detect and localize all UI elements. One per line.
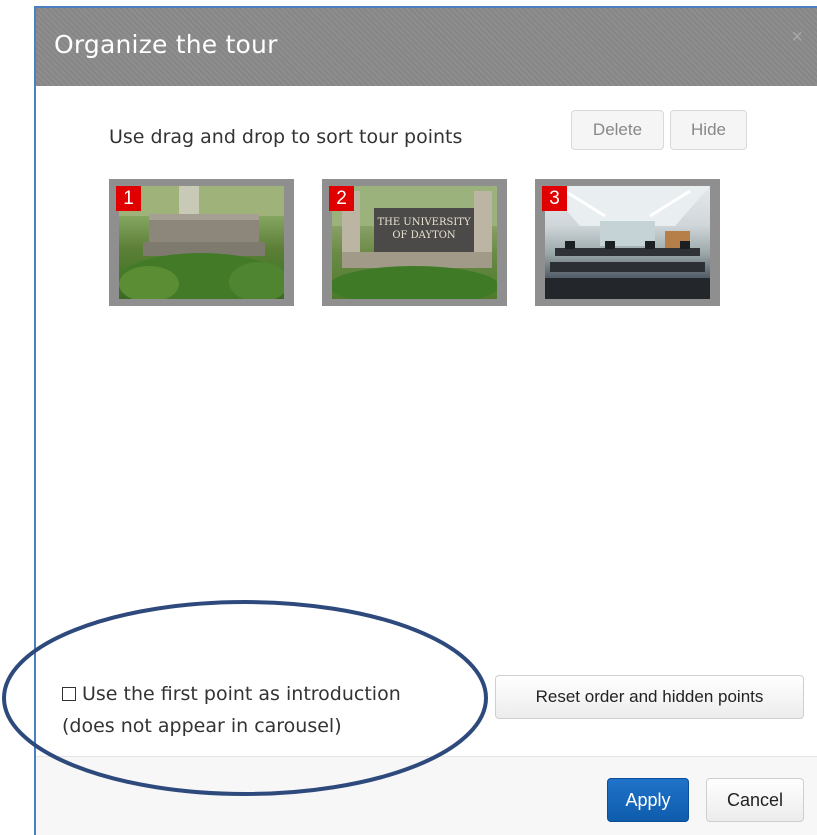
close-icon[interactable]: × [791, 26, 803, 49]
instruction-text: Use drag and drop to sort tour points [109, 126, 463, 148]
intro-option: Use the first point as introduction (doe… [62, 678, 482, 742]
sign-text-line1: THE UNIVERSITY [377, 217, 471, 228]
dialog-footer [36, 757, 817, 835]
dialog-title: Organize the tour [54, 30, 278, 59]
apply-button[interactable]: Apply [607, 778, 689, 822]
dialog-header: Organize the tour × [36, 8, 817, 86]
cancel-button[interactable]: Cancel [706, 778, 804, 822]
intro-checkbox[interactable] [62, 687, 76, 701]
tour-point-thumbnail[interactable]: 3 [535, 179, 720, 306]
tour-point-thumbnail[interactable]: 1 [109, 179, 294, 306]
organize-tour-dialog: Organize the tour × Use drag and drop to… [34, 6, 817, 835]
intro-checkbox-note: (does not appear in carousel) [62, 715, 342, 737]
reset-order-button[interactable]: Reset order and hidden points [495, 675, 804, 719]
sign-text-line2: OF DAYTON [392, 230, 456, 241]
tour-point-thumbnail[interactable]: THE UNIVERSITY OF DAYTON 2 [322, 179, 507, 306]
stone-sign-photo [119, 186, 284, 299]
tour-point-number: 3 [542, 186, 567, 211]
hide-button[interactable]: Hide [670, 110, 747, 150]
intro-checkbox-label[interactable]: Use the first point as introduction [82, 683, 401, 705]
computer-lab-photo [545, 186, 710, 299]
tour-point-number: 1 [116, 186, 141, 211]
tour-point-number: 2 [329, 186, 354, 211]
university-of-dayton-sign-photo: THE UNIVERSITY OF DAYTON [332, 186, 497, 299]
background-left [0, 0, 34, 835]
delete-button[interactable]: Delete [571, 110, 664, 150]
